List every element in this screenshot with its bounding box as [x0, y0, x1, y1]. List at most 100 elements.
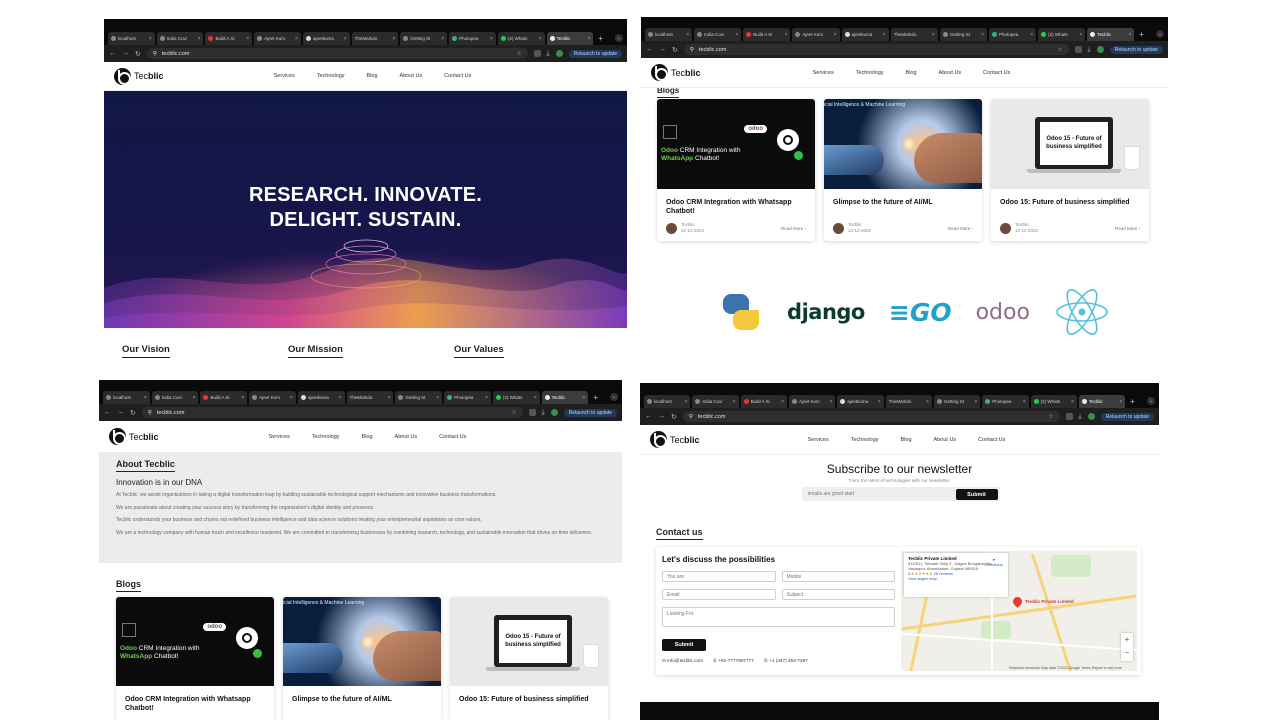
- browser-tab[interactable]: localhost ×: [645, 28, 693, 41]
- close-icon[interactable]: ×: [974, 399, 977, 405]
- read-more-link[interactable]: Read More ›: [781, 226, 806, 231]
- address-bar[interactable]: ⚲ tecblic.com ☆: [146, 48, 528, 59]
- nav-about[interactable]: About Us: [934, 437, 957, 443]
- browser-tab-active[interactable]: Tecblic ×: [1078, 395, 1126, 408]
- close-icon[interactable]: ×: [582, 395, 585, 401]
- browser-tab[interactable]: (2) Whats ×: [492, 391, 540, 404]
- contact-submit-button[interactable]: Submit: [662, 639, 706, 651]
- forward-icon[interactable]: →: [659, 46, 666, 53]
- close-icon[interactable]: ×: [198, 36, 201, 42]
- browser-tab[interactable]: India Covi ×: [151, 391, 199, 404]
- blog-card-title[interactable]: Glimpse to the future of AI/ML: [833, 198, 973, 217]
- back-icon[interactable]: ←: [646, 46, 653, 53]
- close-icon[interactable]: ×: [149, 36, 152, 42]
- blog-card-title[interactable]: Odoo 15: Future of business simplified: [459, 695, 599, 714]
- close-icon[interactable]: ×: [490, 36, 493, 42]
- nav-technology[interactable]: Technology: [312, 434, 340, 440]
- close-icon[interactable]: ×: [733, 399, 736, 405]
- read-more-link[interactable]: Read More ›: [948, 226, 973, 231]
- close-icon[interactable]: ×: [295, 36, 298, 42]
- nav-technology[interactable]: Technology: [851, 437, 879, 443]
- close-icon[interactable]: ×: [926, 399, 929, 405]
- blog-card-title[interactable]: Glimpse to the future of AI/ML: [292, 695, 432, 714]
- bookmark-star-icon[interactable]: ☆: [517, 51, 522, 57]
- new-tab-icon[interactable]: +: [598, 34, 603, 43]
- nav-services[interactable]: Services: [274, 73, 295, 79]
- bookmark-star-icon[interactable]: ☆: [1049, 414, 1054, 420]
- close-icon[interactable]: ×: [534, 395, 537, 401]
- browser-tab[interactable]: ajeetkuma ×: [302, 32, 350, 45]
- nav-contact[interactable]: Contact Us: [439, 434, 466, 440]
- browser-tab[interactable]: (2) Whats ×: [497, 32, 545, 45]
- new-tab-icon[interactable]: +: [1130, 397, 1135, 406]
- close-icon[interactable]: ×: [1079, 32, 1082, 38]
- reload-icon[interactable]: ↻: [135, 50, 141, 58]
- nav-blog[interactable]: Blog: [901, 437, 912, 443]
- close-icon[interactable]: ×: [735, 32, 738, 38]
- browser-tab[interactable]: Getting St ×: [939, 28, 987, 41]
- tab-search-icon[interactable]: ⌄: [615, 34, 623, 42]
- browser-tab[interactable]: TheMarkdo ×: [351, 32, 399, 45]
- blog-card-title[interactable]: Odoo CRM Integration with Whatsapp Chatb…: [666, 198, 806, 217]
- forward-icon[interactable]: →: [658, 413, 665, 420]
- nav-about[interactable]: About Us: [395, 434, 418, 440]
- nav-services[interactable]: Services: [269, 434, 290, 440]
- close-icon[interactable]: ×: [781, 399, 784, 405]
- profile-avatar[interactable]: [550, 409, 558, 416]
- tab-search-icon[interactable]: ⌄: [1156, 30, 1164, 38]
- close-icon[interactable]: ×: [878, 399, 881, 405]
- nav-services[interactable]: Services: [808, 437, 829, 443]
- browser-tab[interactable]: Photopea ×: [449, 32, 496, 45]
- relaunch-button[interactable]: Relaunch to update: [1109, 45, 1163, 54]
- blog-card-title[interactable]: Odoo 15: Future of business simplified: [1000, 198, 1140, 217]
- extension-icon[interactable]: [533, 50, 541, 57]
- browser-tab[interactable]: (2) Whats ×: [1030, 395, 1077, 408]
- nav-contact[interactable]: Contact Us: [983, 70, 1010, 76]
- reload-icon[interactable]: ↻: [130, 409, 136, 417]
- profile-avatar[interactable]: [555, 50, 563, 57]
- extension-icon[interactable]: [528, 409, 536, 416]
- read-more-link[interactable]: Read More ›: [1115, 226, 1140, 231]
- relaunch-button[interactable]: Relaunch to update: [1100, 412, 1154, 421]
- new-tab-icon[interactable]: +: [1139, 30, 1144, 39]
- tab-our-values[interactable]: Our Values: [454, 344, 504, 358]
- browser-tab[interactable]: TheMarkdo ×: [885, 395, 932, 408]
- nav-blog[interactable]: Blog: [367, 73, 378, 79]
- browser-tab[interactable]: India Covi ×: [156, 32, 204, 45]
- nav-contact[interactable]: Contact Us: [978, 437, 1005, 443]
- download-icon[interactable]: ⤓: [547, 50, 550, 58]
- browser-tab[interactable]: TheMarkdo ×: [346, 391, 394, 404]
- browser-tab[interactable]: Build A Si ×: [740, 395, 787, 408]
- close-icon[interactable]: ×: [246, 36, 249, 42]
- close-icon[interactable]: ×: [539, 36, 542, 42]
- close-icon[interactable]: ×: [883, 32, 886, 38]
- reload-icon[interactable]: ↻: [672, 46, 678, 54]
- site-info-icon[interactable]: ⚲: [690, 47, 694, 53]
- nav-contact[interactable]: Contact Us: [444, 73, 471, 79]
- site-info-icon[interactable]: ⚲: [153, 51, 157, 57]
- new-tab-icon[interactable]: +: [593, 393, 598, 402]
- bookmark-star-icon[interactable]: ☆: [512, 410, 517, 416]
- extension-icon[interactable]: [1065, 413, 1073, 420]
- browser-tab[interactable]: ajeetkuma ×: [837, 395, 884, 408]
- directions-link[interactable]: ➤ Directions: [985, 557, 1003, 567]
- address-bar[interactable]: ⚲ tecblic.com ☆: [683, 44, 1069, 55]
- relaunch-button[interactable]: Relaunch to update: [568, 49, 622, 58]
- nav-about[interactable]: About Us: [939, 70, 962, 76]
- close-icon[interactable]: ×: [241, 395, 244, 401]
- close-icon[interactable]: ×: [485, 395, 488, 401]
- close-icon[interactable]: ×: [387, 395, 390, 401]
- nav-technology[interactable]: Technology: [317, 73, 345, 79]
- browser-tab[interactable]: ajeetkuma ×: [841, 28, 889, 41]
- blog-card[interactable]: odoo Odoo CRM Integration with WhatsApp …: [657, 99, 815, 241]
- download-icon[interactable]: ⤓: [1079, 413, 1082, 421]
- browser-tab[interactable]: Build A Si ×: [200, 391, 248, 404]
- close-icon[interactable]: ×: [932, 32, 935, 38]
- contact-email[interactable]: ✉ info@tecblic.com: [662, 658, 703, 664]
- download-icon[interactable]: ⤓: [1088, 46, 1091, 54]
- address-bar[interactable]: ⚲ tecblic.com ☆: [682, 411, 1060, 422]
- looking-for-textarea[interactable]: [662, 607, 895, 627]
- zoom-out-icon[interactable]: −: [1121, 646, 1133, 659]
- close-icon[interactable]: ×: [1128, 32, 1131, 38]
- browser-tab[interactable]: Photopea ×: [444, 391, 491, 404]
